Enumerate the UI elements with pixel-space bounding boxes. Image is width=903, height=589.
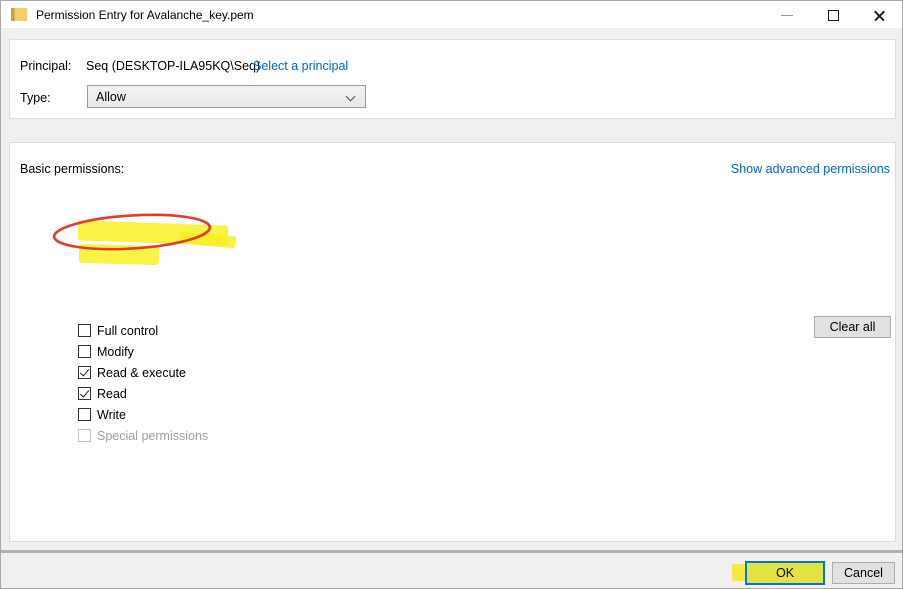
type-label: Type: [20, 91, 51, 105]
permission-label-read-execute: Read & execute [97, 366, 186, 380]
ok-button[interactable]: OK [745, 561, 825, 585]
maximize-icon [828, 10, 839, 21]
permission-label-full-control: Full control [97, 324, 158, 338]
title-bar: Permission Entry for Avalanche_key.pem [1, 1, 902, 29]
checkbox-modify[interactable] [78, 345, 91, 358]
checkbox-write[interactable] [78, 408, 91, 421]
permission-row-read[interactable]: Read [78, 383, 208, 404]
permission-entry-dialog: Permission Entry for Avalanche_key.pem P… [0, 0, 903, 589]
permission-label-write: Write [97, 408, 126, 422]
close-button[interactable] [856, 1, 902, 29]
show-advanced-permissions-link[interactable]: Show advanced permissions [731, 162, 890, 176]
permission-label-read: Read [97, 387, 127, 401]
principal-value: Seq (DESKTOP-ILA95KQ\Seq) [86, 59, 260, 73]
type-dropdown-value: Allow [96, 90, 126, 104]
clear-all-button[interactable]: Clear all [814, 316, 891, 338]
permission-row-full-control[interactable]: Full control [78, 320, 208, 341]
permission-label-modify: Modify [97, 345, 134, 359]
folder-icon [11, 8, 27, 21]
permission-row-modify[interactable]: Modify [78, 341, 208, 362]
checkbox-full-control[interactable] [78, 324, 91, 337]
minimize-icon [781, 15, 793, 16]
principal-panel: Principal: Seq (DESKTOP-ILA95KQ\Seq) Sel… [9, 39, 896, 119]
minimize-button[interactable] [764, 1, 810, 29]
window-controls [762, 1, 902, 29]
checkbox-read[interactable] [78, 387, 91, 400]
window-title: Permission Entry for Avalanche_key.pem [36, 8, 254, 22]
permission-row-special-permissions[interactable]: Special permissions [78, 425, 208, 446]
permission-row-read-execute[interactable]: Read & execute [78, 362, 208, 383]
checkbox-special-permissions [78, 429, 91, 442]
cancel-button[interactable]: Cancel [832, 562, 895, 584]
footer-divider [1, 550, 902, 553]
principal-label: Principal: [20, 59, 71, 73]
chevron-down-icon [346, 92, 356, 102]
type-dropdown[interactable]: Allow [87, 85, 366, 108]
permission-list: Full control Modify Read & execute Read … [78, 320, 208, 446]
permission-row-write[interactable]: Write [78, 404, 208, 425]
checkbox-read-execute[interactable] [78, 366, 91, 379]
permission-label-special-permissions: Special permissions [97, 429, 208, 443]
maximize-button[interactable] [810, 1, 856, 29]
highlight-read [79, 244, 159, 265]
close-icon [873, 9, 886, 22]
select-principal-link[interactable]: Select a principal [253, 59, 348, 73]
permissions-panel: Basic permissions: Show advanced permiss… [9, 142, 896, 542]
basic-permissions-label: Basic permissions: [20, 162, 124, 176]
